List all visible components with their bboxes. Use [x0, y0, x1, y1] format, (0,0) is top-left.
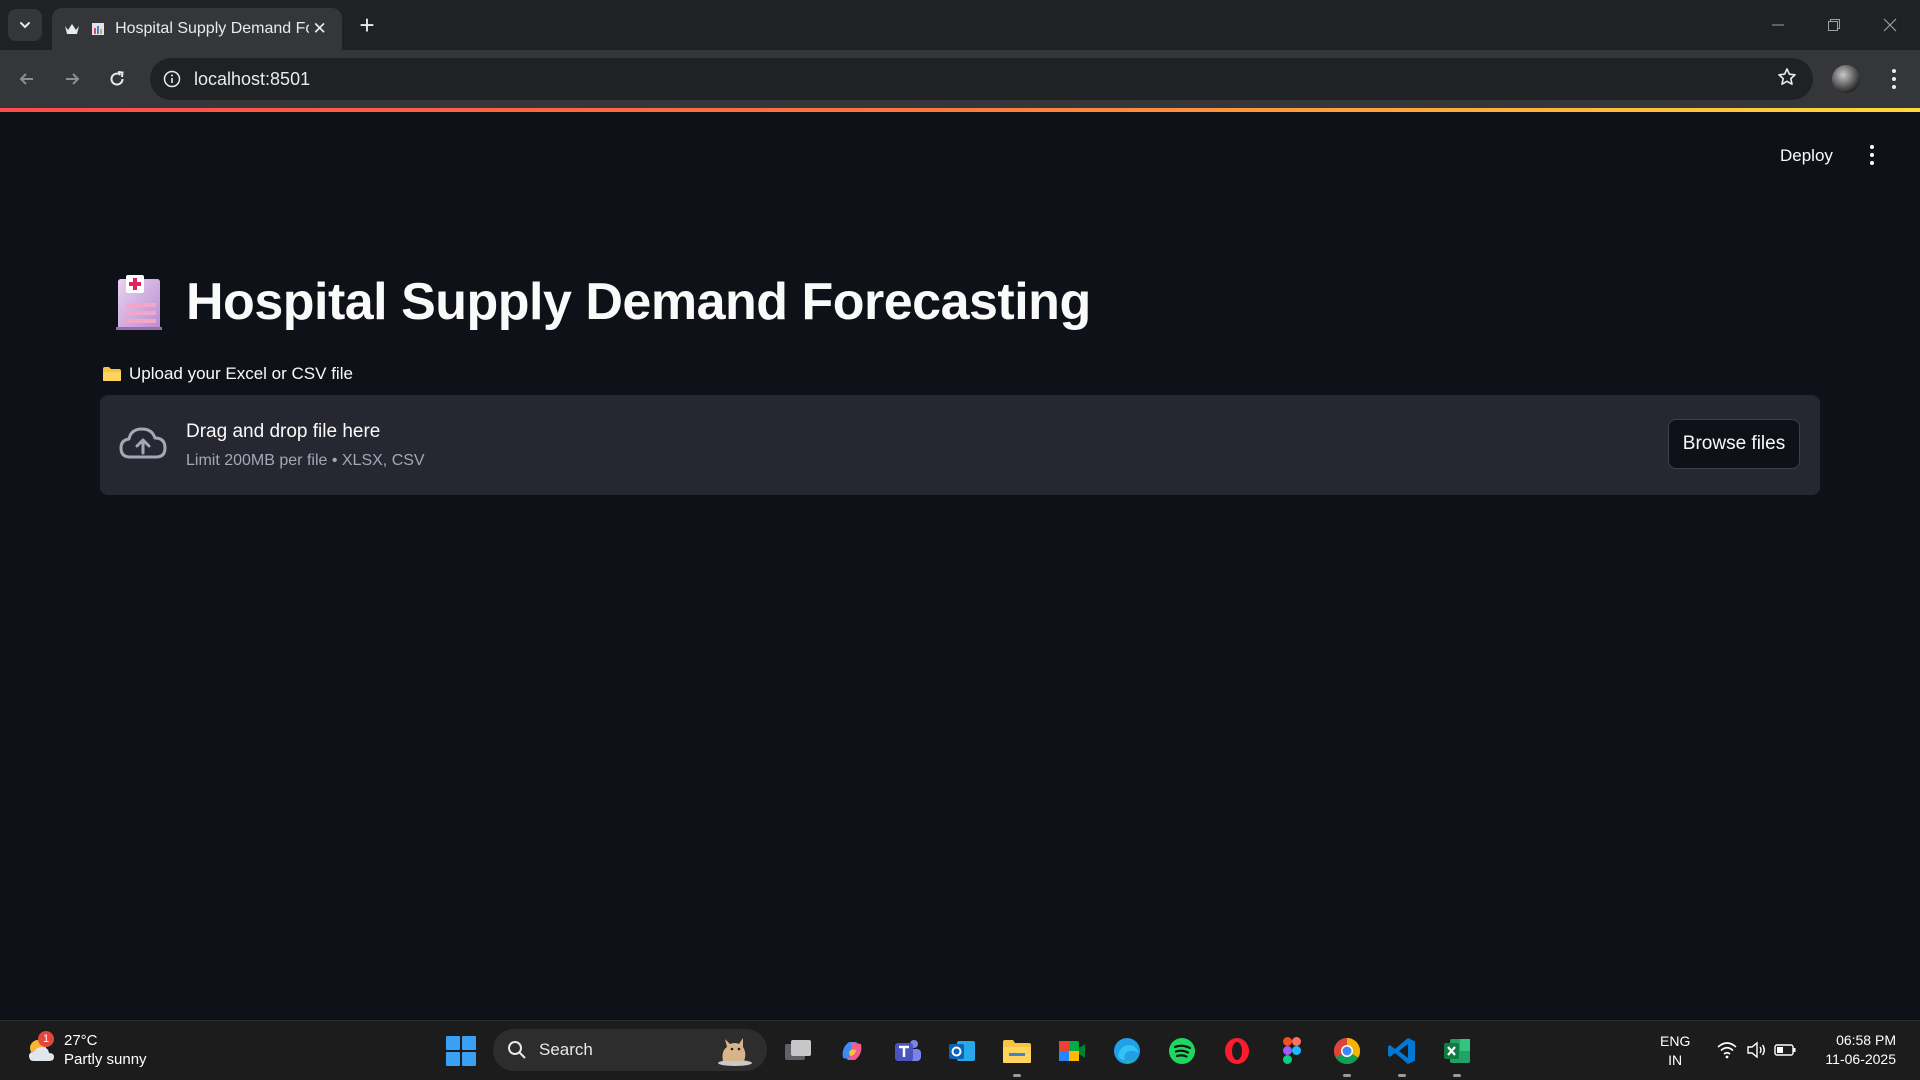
file-dropzone[interactable]: Drag and drop file here Limit 200MB per … — [100, 395, 1820, 495]
hospital-icon — [116, 275, 162, 330]
outlook-icon[interactable] — [944, 1033, 980, 1069]
profile-avatar[interactable] — [1832, 65, 1860, 93]
restore-button[interactable] — [1806, 0, 1862, 50]
file-explorer-icon[interactable] — [999, 1033, 1035, 1077]
browser-menu-icon[interactable] — [1880, 64, 1908, 94]
folder-icon — [103, 367, 121, 381]
weather-desc: Partly sunny — [64, 1051, 147, 1068]
close-icon — [1883, 18, 1897, 32]
forward-button[interactable] — [56, 63, 88, 95]
volume-icon[interactable] — [1745, 1039, 1767, 1061]
minimize-button[interactable] — [1750, 0, 1806, 50]
figma-icon[interactable] — [1274, 1033, 1310, 1069]
clock-date: 11-06-2025 — [1825, 1051, 1896, 1067]
running-indicator — [1398, 1074, 1406, 1077]
restore-icon — [1828, 19, 1840, 31]
edge-icon[interactable] — [1109, 1033, 1145, 1069]
meet-icon[interactable] — [1054, 1033, 1090, 1069]
weather-temp: 27°C — [64, 1032, 98, 1049]
browser-tab[interactable]: Hospital Supply Demand Fo ✕ — [52, 8, 342, 50]
opera-icon[interactable] — [1219, 1033, 1255, 1069]
minimize-icon — [1772, 24, 1784, 26]
browser-toolbar: localhost:8501 — [0, 50, 1920, 108]
running-indicator — [1453, 1074, 1461, 1077]
streamlit-favicon — [64, 21, 80, 37]
reload-button[interactable] — [101, 63, 133, 95]
tab-search-button[interactable] — [8, 9, 42, 41]
weather-badge: 1 — [38, 1031, 54, 1047]
upload-label: Upload your Excel or CSV file — [102, 364, 353, 384]
chrome-icon[interactable] — [1329, 1033, 1365, 1077]
running-indicator — [1343, 1074, 1351, 1077]
browser-tab-bar: Hospital Supply Demand Fo ✕ + — [0, 0, 1920, 50]
new-tab-button[interactable]: + — [352, 10, 382, 40]
wifi-icon[interactable] — [1716, 1039, 1738, 1061]
battery-icon[interactable] — [1774, 1039, 1796, 1061]
excel-icon[interactable] — [1439, 1033, 1475, 1077]
page-title: Hospital Supply Demand Forecasting — [186, 273, 1091, 331]
reload-icon — [110, 71, 124, 86]
tab-close-icon[interactable]: ✕ — [309, 19, 330, 39]
vscode-icon[interactable] — [1384, 1033, 1420, 1077]
search-label: Search — [539, 1040, 593, 1059]
partly-sunny-icon: 1 — [26, 1031, 56, 1065]
windows-start-button[interactable] — [446, 1036, 476, 1066]
app-menu-icon[interactable] — [1862, 140, 1882, 170]
weather-widget[interactable]: 1 27°C Partly sunny — [26, 1031, 147, 1069]
lang-top: ENG — [1660, 1033, 1691, 1049]
running-indicator — [1013, 1074, 1021, 1077]
chart-favicon — [90, 21, 105, 37]
deploy-button[interactable]: Deploy — [1772, 140, 1841, 172]
app-main: Deploy Hospital Supply Demand Forecastin… — [0, 112, 1920, 1020]
copilot-icon[interactable] — [834, 1033, 870, 1069]
arrow-right-icon — [66, 73, 80, 85]
lang-bottom: IN — [1668, 1052, 1683, 1068]
task-view-icon[interactable] — [780, 1033, 816, 1069]
back-button[interactable] — [11, 63, 43, 95]
dropzone-subtitle: Limit 200MB per file • XLSX, CSV — [186, 452, 425, 469]
taskbar-search[interactable]: Search — [493, 1029, 767, 1071]
cloud-upload-icon — [119, 427, 167, 459]
address-bar[interactable]: localhost:8501 — [150, 58, 1813, 100]
teams-icon[interactable] — [890, 1033, 926, 1069]
arrow-left-icon — [19, 73, 33, 85]
language-indicator[interactable]: ENG IN — [1660, 1032, 1690, 1070]
spotify-icon[interactable] — [1164, 1033, 1200, 1069]
clock-time: 06:58 PM — [1836, 1032, 1896, 1048]
chevron-down-icon — [20, 22, 30, 29]
taskbar: 1 27°C Partly sunny Search ENG IN 06:58 … — [0, 1020, 1920, 1080]
system-clock[interactable]: 06:58 PM 11-06-2025 — [1808, 1031, 1896, 1069]
page-heading: Hospital Supply Demand Forecasting — [112, 272, 1091, 332]
url-text[interactable]: localhost:8501 — [194, 69, 310, 90]
browse-files-button[interactable]: Browse files — [1668, 419, 1800, 469]
close-window-button[interactable] — [1862, 0, 1918, 50]
search-highlight-icon — [718, 1038, 752, 1066]
bookmark-star-icon[interactable] — [1777, 67, 1797, 92]
tab-title: Hospital Supply Demand Fo — [115, 20, 310, 37]
search-icon — [508, 1041, 526, 1059]
upload-label-text: Upload your Excel or CSV file — [129, 364, 353, 383]
site-info-icon[interactable] — [162, 69, 182, 89]
dropzone-title: Drag and drop file here — [186, 421, 381, 442]
